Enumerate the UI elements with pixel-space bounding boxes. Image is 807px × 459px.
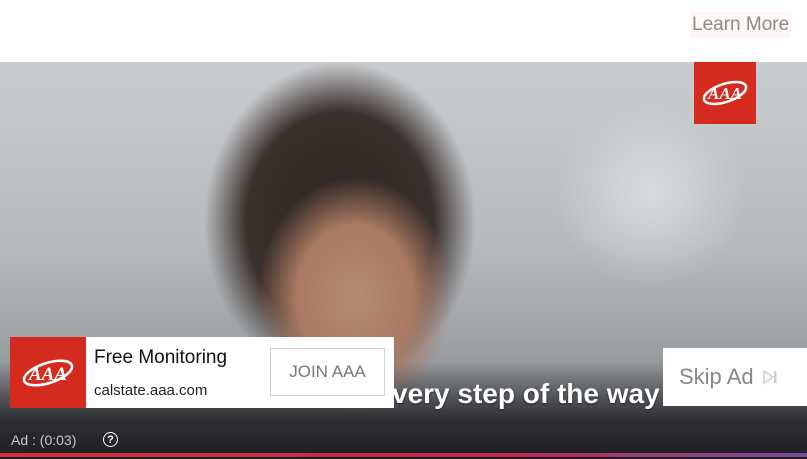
card-title: Free Monitoring: [94, 347, 228, 368]
skip-next-icon: [762, 369, 777, 385]
learn-more-link[interactable]: Learn More: [690, 12, 792, 38]
brand-badge[interactable]: AAA: [694, 62, 756, 124]
ad-card[interactable]: AAA Free Monitoring calstate.aaa.com JOI…: [10, 337, 394, 408]
skip-ad-button[interactable]: Skip Ad: [663, 348, 807, 406]
ad-progress-bar: [0, 453, 807, 457]
video-ad-player: very step of the way Learn More AAA AAA …: [0, 0, 807, 459]
help-circle-icon[interactable]: ?: [103, 432, 118, 447]
card-url[interactable]: calstate.aaa.com: [94, 382, 207, 399]
video-caption: very step of the way: [392, 378, 660, 409]
card-logo: AAA: [10, 337, 86, 408]
ad-countdown: Ad : (0:03): [11, 432, 77, 448]
aaa-logo-icon: AAA: [702, 80, 748, 106]
aaa-logo-icon: AAA: [22, 358, 74, 387]
join-aaa-button[interactable]: JOIN AAA: [270, 348, 385, 396]
top-strip: [0, 0, 807, 62]
svg-text:AAA: AAA: [707, 84, 742, 103]
svg-text:AAA: AAA: [28, 364, 67, 385]
skip-ad-label: Skip Ad: [679, 364, 754, 389]
